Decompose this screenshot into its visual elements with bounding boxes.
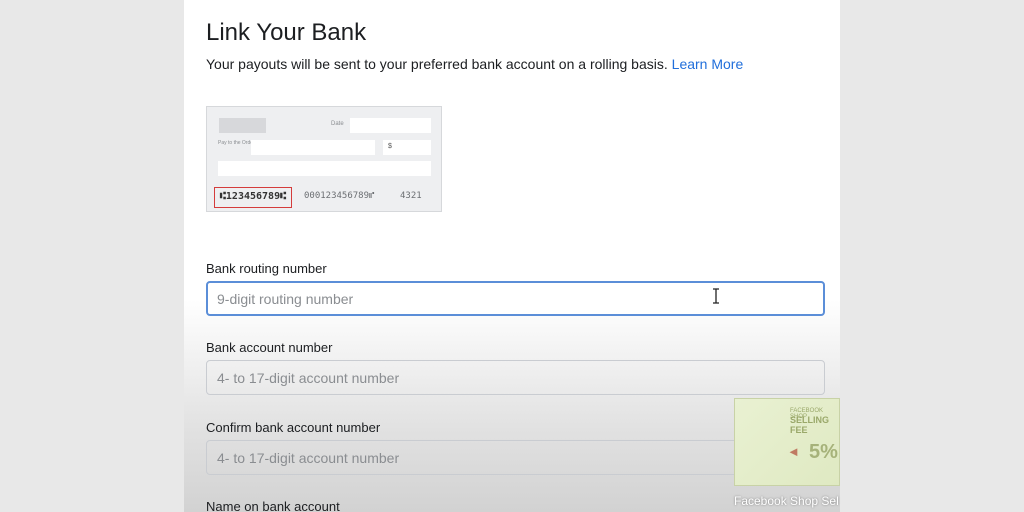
subtitle-text: Your payouts will be sent to your prefer… <box>206 56 668 72</box>
account-number-input[interactable] <box>206 360 825 395</box>
megaphone-icon: ◄ <box>787 444 800 459</box>
check-payee-field <box>251 140 375 155</box>
account-name-label: Name on bank account <box>206 499 340 512</box>
left-backdrop <box>0 0 184 512</box>
thumbnail-headline: SELLING FEE <box>790 415 830 435</box>
routing-number-label: Bank routing number <box>206 261 327 276</box>
check-amount-words-field <box>218 161 431 176</box>
text-cursor-icon <box>713 288 719 304</box>
check-logo-placeholder <box>219 118 266 133</box>
confirm-account-number-label: Confirm bank account number <box>206 420 381 435</box>
page-title: Link Your Bank <box>206 19 367 46</box>
check-illustration: Date Pay to the Order of: $ ⑆123456789⑆ … <box>206 106 442 212</box>
account-number-label: Bank account number <box>206 340 333 355</box>
check-number: 4321 <box>400 191 422 201</box>
check-amount-field: $ <box>383 140 431 155</box>
check-date-field <box>350 118 431 133</box>
video-thumbnail[interactable]: FACEBOOK SHOP SELLING FEE ◄ 5% <box>734 398 840 486</box>
page-subtitle: Your payouts will be sent to your prefer… <box>206 56 743 72</box>
thumbnail-percent: 5% <box>809 441 838 463</box>
thumbnail-caption: Facebook Shop Sel <box>734 494 839 508</box>
check-account-number: 000123456789⑈ <box>304 191 375 201</box>
confirm-account-number-input[interactable] <box>206 440 825 475</box>
learn-more-link[interactable]: Learn More <box>672 56 744 72</box>
right-backdrop <box>840 0 1024 512</box>
check-routing-number-highlight: ⑆123456789⑆ <box>214 187 292 208</box>
check-date-label: Date <box>331 121 344 127</box>
routing-number-input[interactable] <box>206 281 825 316</box>
